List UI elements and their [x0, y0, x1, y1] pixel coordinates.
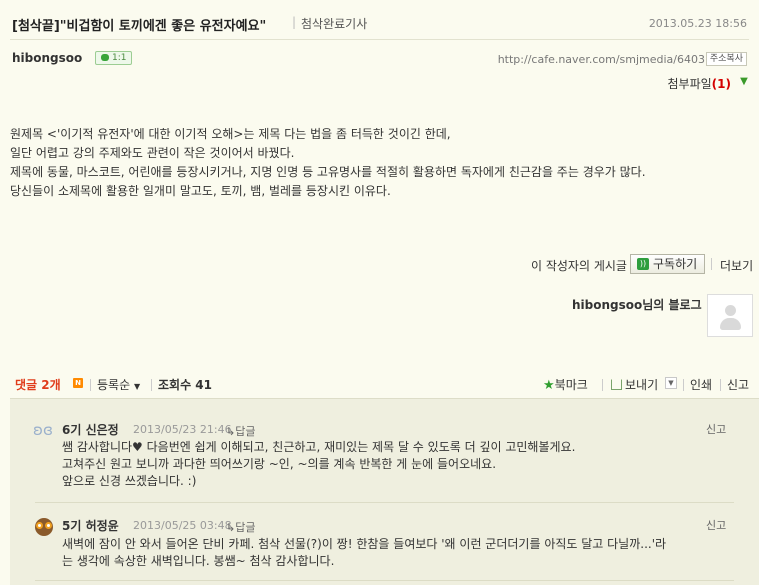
more-link[interactable]: 더보기: [720, 257, 753, 274]
author-posts-link[interactable]: 이 작성자의 게시글: [531, 257, 627, 274]
print-button[interactable]: 인쇄: [690, 376, 712, 393]
avatar-placeholder-icon: [725, 305, 736, 316]
body-line: 당신들이 소제목에 활용한 일개미 말고도, 토끼, 뱀, 벌레를 등장시킨 이…: [10, 184, 391, 198]
chat-badge-label: 1:1: [112, 53, 127, 63]
comment-report-button[interactable]: 신고: [706, 517, 726, 533]
report-button[interactable]: 신고: [727, 376, 749, 393]
comment-line: 새벽에 잠이 안 와서 들어온 단비 카페. 첨삭 선물(?)이 짱! 한참을 …: [62, 537, 667, 551]
comment-line: 쌤 감사합니다♥ 다음번엔 쉽게 이해되고, 친근하고, 재미있는 제목 달 수…: [62, 440, 576, 454]
title-separator: |: [292, 15, 297, 29]
chat-bubble-icon: [101, 54, 109, 61]
comment-author[interactable]: 6기 신은정: [62, 421, 119, 438]
bookmark-button[interactable]: ★북마크: [543, 376, 588, 393]
divider: [720, 379, 721, 391]
share-icon: [611, 379, 622, 390]
comment-divider: [35, 580, 734, 581]
owl-eye-right: [45, 522, 52, 529]
star-icon: ★: [543, 378, 555, 393]
attachment-count: (1): [711, 77, 731, 91]
copy-address-button[interactable]: 주소복사: [705, 52, 747, 66]
reply-arrow-icon: ↳: [226, 521, 236, 534]
divider: [711, 258, 712, 270]
comment-divider: [35, 502, 734, 503]
comment-date: 2013/05/25 03:48: [133, 519, 232, 532]
comment-text: 쌤 감사합니다♥ 다음번엔 쉽게 이해되고, 친근하고, 재미있는 제목 달 수…: [62, 439, 575, 490]
divider: [602, 379, 603, 391]
send-button[interactable]: 보내기: [611, 376, 658, 393]
bookmark-label: 북마크: [554, 378, 588, 392]
divider: [683, 379, 684, 391]
header-divider: [10, 39, 749, 40]
post-url: http://cafe.naver.com/smjmedia/6403: [497, 53, 705, 66]
sort-label: 등록순: [97, 378, 131, 392]
divider: [90, 379, 91, 391]
post-date: 2013.05.23 18:56: [648, 17, 747, 30]
post-body: 원제목 <'이기적 유전자'에 대한 이기적 오해>는 제목 다는 법을 좀 터…: [10, 125, 646, 201]
reply-label: 답글: [235, 521, 256, 534]
send-options-dropdown[interactable]: ▼: [665, 377, 677, 389]
one-on-one-chat-button[interactable]: 1:1: [95, 51, 133, 65]
comment-line: 앞으로 신경 쓰겠습니다. :): [62, 474, 197, 488]
new-badge: N: [73, 378, 83, 388]
angel-wing-icon: ʚɞ: [33, 421, 53, 439]
attachment-link[interactable]: 첨부파일(1): [668, 75, 732, 92]
send-label: 보내기: [625, 378, 659, 392]
comment-line: 고쳐주신 원고 보니까 과다한 띄어쓰기랑 ~인, ~의를 계속 반복한 게 눈…: [62, 457, 497, 471]
reply-button[interactable]: ↳답글: [226, 519, 255, 535]
subscribe-button[interactable]: )) 구독하기: [630, 254, 705, 274]
comment-author[interactable]: 5기 허정윤: [62, 517, 119, 534]
comment-line: 는 생각에 속상한 새벽입니다. 봉쌤~ 첨삭 감사합니다.: [62, 554, 335, 568]
body-line: 원제목 <'이기적 유전자'에 대한 이기적 오해>는 제목 다는 법을 좀 터…: [10, 127, 451, 141]
subscribe-label: 구독하기: [653, 257, 698, 271]
post-title: [첨삭끝]"비겁함이 토끼에겐 좋은 유전자예요": [12, 19, 267, 34]
avatar-placeholder-body: [720, 318, 741, 330]
owl-eye-left: [36, 522, 43, 529]
body-line: 제목에 동물, 마스코트, 어린애를 등장시키거나, 지명 인명 등 고유명사를…: [10, 165, 646, 179]
reply-button[interactable]: ↳답글: [226, 423, 255, 439]
body-line: 일단 어렵고 강의 주제와도 관련이 작은 것이어서 바꿨다.: [10, 146, 295, 160]
blog-name-link[interactable]: hibongsoo님의 블로그: [572, 296, 702, 313]
reply-arrow-icon: ↳: [226, 425, 236, 438]
reply-label: 답글: [235, 425, 256, 438]
divider: [151, 379, 152, 391]
comment-date: 2013/05/23 21:46: [133, 423, 232, 436]
avatar[interactable]: [707, 294, 753, 337]
post-category-link[interactable]: 첨삭완료기사: [301, 15, 367, 32]
sort-dropdown[interactable]: 등록순 ▼: [97, 376, 140, 393]
rss-icon: )): [637, 258, 649, 270]
comment-report-button[interactable]: 신고: [706, 421, 726, 437]
comment-text: 새벽에 잠이 안 와서 들어온 단비 카페. 첨삭 선물(?)이 짱! 한참을 …: [62, 536, 666, 570]
author-name[interactable]: hibongsoo: [12, 51, 82, 65]
comment-count[interactable]: 댓글 2개: [15, 376, 61, 393]
owl-icon: [34, 516, 54, 536]
attachment-label: 첨부파일: [667, 77, 712, 91]
view-count: 조회수 41: [158, 378, 212, 392]
chevron-down-icon: ▼: [133, 382, 141, 391]
download-arrow-icon[interactable]: ▼: [738, 76, 750, 88]
